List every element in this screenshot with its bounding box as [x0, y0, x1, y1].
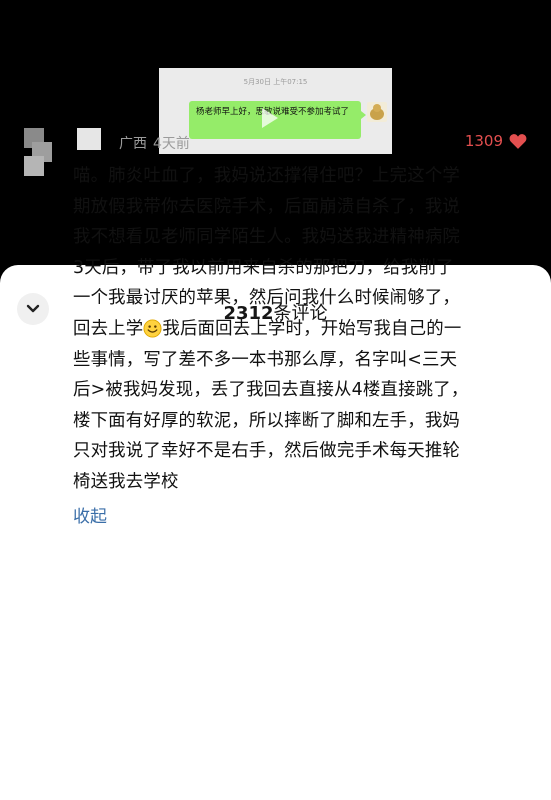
smile-icon — [143, 319, 162, 338]
comment-line-part: 我后面回去上学时，开始写我自己的一 — [162, 318, 462, 339]
username-placeholder[interactable] — [77, 128, 101, 150]
comment-text: 喵。肺炎吐血了，我妈说还撑得住吧？上完这个学 期放假我带你去医院手术，后面崩溃自… — [73, 161, 533, 498]
comment-line: 3天后，带了我以前用来自杀的那把刀，给我削了 — [73, 257, 454, 278]
chat-screenshot: 5月30日 上午07:15 杨老师早上好，思敏说难受不参加考试了 — [159, 68, 392, 154]
avatar[interactable] — [24, 128, 52, 176]
play-icon[interactable] — [254, 104, 282, 132]
comment-line: 楼下面有好厚的软泥，所以摔断了脚和左手，我妈 — [73, 410, 460, 431]
chat-timestamp: 5月30日 上午07:15 — [243, 78, 308, 86]
like-count: 1309 — [464, 132, 503, 150]
comment-line: 喵。肺炎吐血了，我妈说还撑得住吧？上完这个学 — [73, 166, 460, 186]
like-button[interactable]: 1309 — [465, 132, 527, 150]
chat-avatar — [367, 102, 387, 122]
comment-location: 广西 — [119, 136, 147, 152]
comment-line: 期放假我带你去医院手术，后面崩溃自杀了，我说 — [73, 196, 460, 217]
comment-line: 回去上学 我后面回去上学时，开始写我自己的一 — [73, 314, 533, 345]
comment-time: 4天前 — [153, 136, 190, 152]
comment-line: 些事情，写了差不多一本书那么厚，名字叫<三天 — [73, 349, 458, 370]
comment-meta: 广西 4天前 — [119, 133, 190, 153]
comment-line: 只对我说了幸好不是右手，然后做完手术每天推轮 — [73, 441, 460, 462]
comment-line: 椅送我去学校 — [73, 471, 179, 492]
collapse-link[interactable]: 收起 — [73, 502, 107, 527]
comment-line: 一个我最讨厌的苹果，然后问我什么时候闹够了， — [73, 288, 460, 309]
comment-line-part: 回去上学 — [73, 318, 144, 339]
comment-line: 后>被我妈发现，丢了我回去直接从4楼直接跳了， — [73, 380, 469, 401]
heart-icon — [509, 134, 527, 149]
comment-line: 我不想看见老师同学陌生人。我妈送我进精神病院 — [73, 227, 460, 248]
